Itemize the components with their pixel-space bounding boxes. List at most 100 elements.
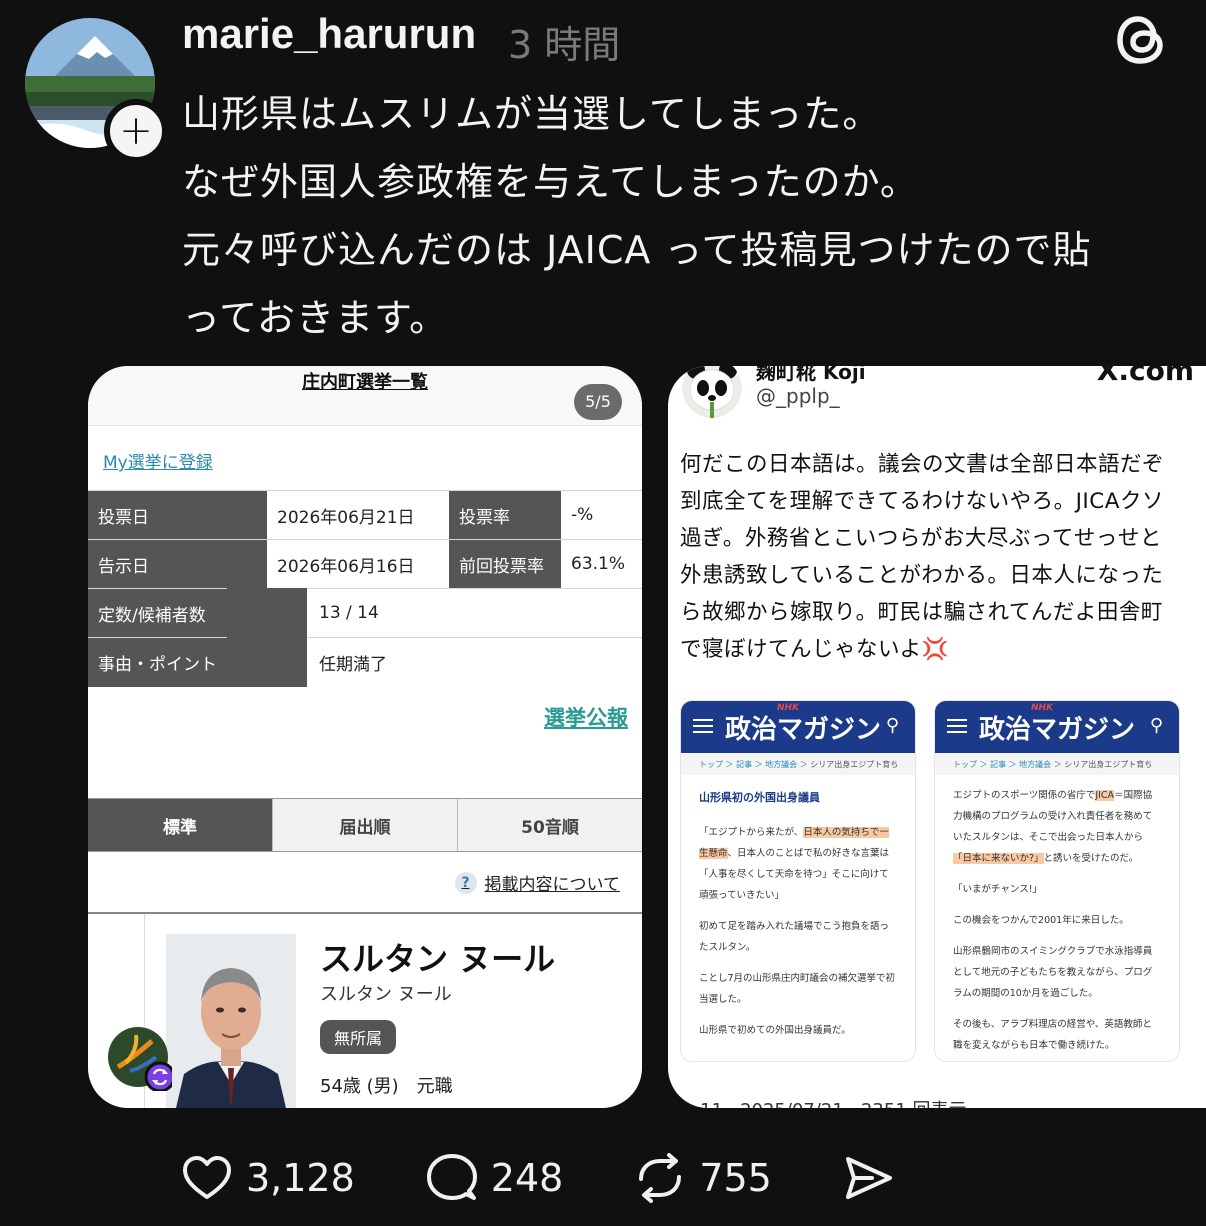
- tweet-line: で寝ぼけてんじゃないよ: [680, 637, 922, 662]
- about-content-link[interactable]: ? 掲載内容について: [454, 870, 621, 895]
- party-badge: 無所属: [320, 1020, 397, 1054]
- turnout-value: -%: [561, 490, 642, 540]
- seats-value: 13 / 14: [227, 588, 642, 638]
- vote-date-value: 2026年06月21日: [267, 490, 449, 540]
- menu-icon: [693, 719, 713, 733]
- nhk-article-screenshot-2: 政治マガジン NHK ⚲ トップ ＞ 記事 ＞ 地方議会 ＞ シリア出身エジプト…: [934, 700, 1180, 1062]
- x-source-label: X.com: [1096, 366, 1194, 387]
- search-icon: ⚲: [885, 715, 899, 736]
- election-title: 庄内町選挙一覧: [302, 372, 428, 393]
- tweet-line: 外患誘致していることがわかる。日本人になった: [680, 563, 1164, 588]
- election-info-table: 投票日 2026年06月21日 投票率 -% 告示日 2026年06月16日 前…: [88, 490, 642, 687]
- article-paragraph: その後も、アラブ料理店の経営や、英語教師と職を変えながらも日本で働き続けた。: [953, 1019, 1152, 1051]
- breadcrumb-links: トップ ＞ 記事 ＞ 地方議会 ＞: [953, 760, 1065, 769]
- tweet-line: 到底全てを理解できてるわけないやろ。JICAクソ: [680, 489, 1164, 514]
- tweet-line-last: で寝ぼけてんじゃないよ💢: [680, 631, 1200, 668]
- post-line: なぜ外国人参政権を与えてしまったのか。: [182, 160, 919, 204]
- prev-turnout-label: 前回投票率: [449, 539, 561, 589]
- username[interactable]: marie_harurun: [182, 10, 476, 58]
- article-paragraph: 「いまがチャンス!」: [953, 884, 1043, 895]
- text-span: エジプトのスポーツ関係の省庁で: [953, 790, 1096, 801]
- breadcrumb: トップ ＞ 記事 ＞ 地方議会 ＞ シリア出身エジプト育ち: [935, 753, 1179, 775]
- vote-date-label: 投票日: [88, 490, 267, 540]
- question-icon: ?: [454, 871, 477, 894]
- nhk-logo: NHK: [777, 703, 800, 713]
- nhk-logo: NHK: [1031, 703, 1054, 713]
- send-icon: [845, 1157, 892, 1199]
- article-paragraph: エジプトのスポーツ関係の省庁でJICA＝国際協力機構のプログラムの受け入れ責任者…: [953, 785, 1161, 869]
- nhk-title: 政治マガジン: [725, 715, 882, 745]
- divider: [88, 912, 642, 914]
- nhk-article-screenshot-1: 政治マガジン NHK ⚲ トップ ＞ 記事 ＞ 地方議会 ＞ シリア出身エジプト…: [680, 700, 916, 1062]
- like-button[interactable]: 3,128: [180, 1151, 355, 1205]
- text-span: 「エジプトから来たが、: [699, 827, 804, 838]
- turnout-label: 投票率: [449, 490, 561, 540]
- highlight: JICA: [1095, 790, 1115, 801]
- notice-date-value: 2026年06月16日: [267, 539, 449, 589]
- my-election-register-link[interactable]: My選挙に登録: [103, 448, 213, 473]
- image-page-indicator: 5/5: [574, 384, 622, 420]
- election-gazette-link[interactable]: 選挙公報: [544, 702, 628, 732]
- notice-date-label: 告示日: [88, 539, 267, 589]
- article-paragraph: 山形県で初めての外国出身議員だ。: [699, 1025, 851, 1036]
- like-count: 3,128: [246, 1156, 355, 1200]
- tab-filing-order[interactable]: 届出順: [272, 799, 457, 851]
- menu-icon: [947, 719, 967, 733]
- action-bar: 3,128 248 755: [180, 1148, 966, 1208]
- reply-count: 248: [490, 1156, 564, 1200]
- article-paragraph: ことし7月の山形県庄内町議会の補欠選挙で初当選した。: [699, 973, 896, 1005]
- repost-button[interactable]: 755: [633, 1151, 772, 1205]
- tweet-line: 何だこの日本語は。議会の文書は全部日本語だぞ: [680, 452, 1165, 477]
- reposter-avatar[interactable]: [108, 1027, 176, 1093]
- breadcrumb-current: シリア出身エジプト育ち: [1064, 760, 1153, 769]
- article-paragraph: 初めて足を踏み入れた議場でこう抱負を語ったスルタン。: [699, 921, 890, 953]
- breadcrumb-links: トップ ＞ 記事 ＞ 地方議会 ＞: [699, 760, 811, 769]
- tweet-text: 何だこの日本語は。議会の文書は全部日本語だぞ 到底全てを理解できてるわけないやろ…: [680, 446, 1200, 668]
- tweet-line: 過ぎ。外務省とこいつらがお大尽ぶってせっせと: [680, 526, 1162, 551]
- article-paragraph: 山形県鶴岡市のスイミングクラブで水泳指導員として地元の子どもたちを教えながら、プ…: [953, 946, 1153, 999]
- nhk-title: 政治マガジン: [979, 715, 1136, 745]
- panda-avatar: [682, 366, 742, 418]
- highlight: 「日本に来ないか?」: [953, 853, 1044, 864]
- candidate-kana: スルタン ヌール: [320, 984, 452, 1005]
- nhk-body: 山形県初の外国出身議員 「エジプトから来たが、日本人の気持ちで一生懸命、日本人の…: [681, 775, 915, 1061]
- comment-icon: [426, 1154, 477, 1200]
- attached-image-tweet[interactable]: 麹町糀 Koji @_pplp_ X.com 何だこの日本語は。議会の文書は全部…: [668, 366, 1206, 1108]
- post-time: 3 時間: [508, 23, 621, 67]
- sort-tabs: 標準 届出順 50音順: [88, 798, 642, 852]
- nhk-header: 政治マガジン NHK ⚲: [681, 701, 915, 753]
- search-icon: ⚲: [1149, 715, 1163, 736]
- post-line: っておきます。: [182, 296, 449, 340]
- nhk-header: 政治マガジン NHK ⚲: [935, 701, 1179, 753]
- threads-icon[interactable]: [1112, 10, 1172, 70]
- tab-kana-order[interactable]: 50音順: [457, 799, 642, 851]
- candidate-name: スルタン ヌール: [320, 940, 556, 978]
- share-button[interactable]: [842, 1151, 896, 1205]
- candidate-meta: 54歳 (男) 元職: [320, 1076, 453, 1097]
- breadcrumb-current: シリア出身エジプト育ち: [810, 760, 899, 769]
- tweet-author-handle: @_pplp_: [756, 384, 840, 408]
- about-content-label: 掲載内容について: [484, 875, 621, 895]
- prev-turnout-value: 63.1%: [561, 539, 642, 589]
- candidate-photo: [166, 934, 296, 1108]
- post-line: 山形県はムスリムが当選してしまった。: [182, 92, 882, 136]
- attached-image-election[interactable]: 庄内町選挙一覧 5/5 My選挙に登録 投票日 2026年06月21日 投票率 …: [88, 366, 642, 1108]
- seats-label: 定数/候補者数: [88, 588, 267, 638]
- repost-icon: [639, 1153, 682, 1203]
- heart-icon: [183, 1156, 231, 1199]
- text-span: と誘いを受けたのだ。: [1043, 853, 1139, 864]
- text-span: 、日本人のことばで私の好きな言葉は「人事を尽くして天命を待つ」そこに向けて頑張っ…: [699, 848, 890, 901]
- tweet-author-name: 麹町糀 Koji: [756, 366, 866, 384]
- reply-button[interactable]: 248: [425, 1151, 564, 1205]
- tweet-footer: 11 · 2025/07/21 · 2351 回表示: [700, 1096, 967, 1108]
- reason-label: 事由・ポイント: [88, 637, 267, 687]
- post-text: 山形県はムスリムが当選してしまった。 なぜ外国人参政権を与えてしまったのか。 元…: [182, 80, 1182, 352]
- post-line: 元々呼び込んだのは JAICA って投稿見つけたので貼: [182, 228, 1092, 272]
- tab-standard[interactable]: 標準: [88, 799, 272, 851]
- election-header: 庄内町選挙一覧 5/5: [88, 366, 642, 426]
- anger-icon: 💢: [921, 637, 949, 662]
- nhk-body: エジプトのスポーツ関係の省庁でJICA＝国際協力機構のプログラムの受け入れ責任者…: [935, 775, 1179, 1061]
- breadcrumb: トップ ＞ 記事 ＞ 地方議会 ＞ シリア出身エジプト育ち: [681, 753, 915, 775]
- tweet-line: ら故郷から嫁取り。町民は騙されてんだよ田舎町: [680, 600, 1163, 625]
- follow-plus-button[interactable]: +: [104, 99, 168, 163]
